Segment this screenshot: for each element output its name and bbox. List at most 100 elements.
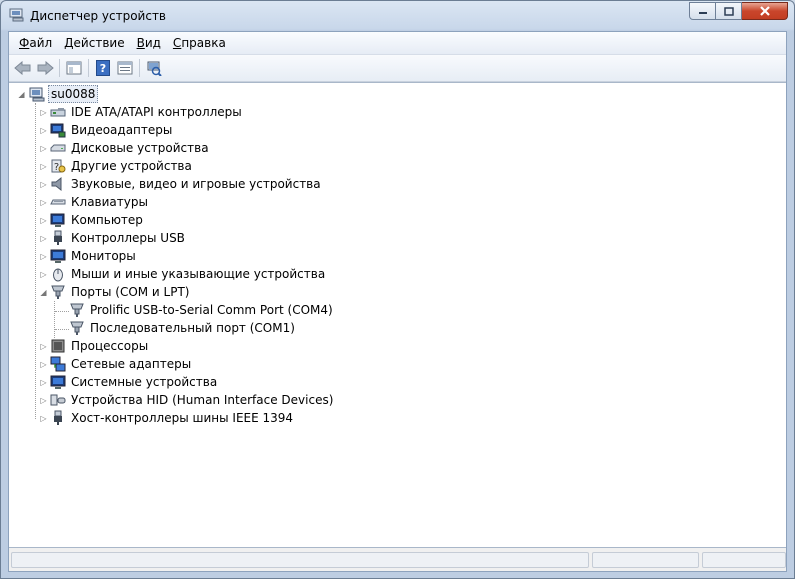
- tree-category-display-adapters[interactable]: Видеоадаптеры: [50, 121, 174, 139]
- processor-icon: [51, 339, 65, 353]
- tree-category-label: Видеоадаптеры: [71, 123, 173, 137]
- expander-collapsed-icon[interactable]: ▷: [39, 126, 48, 135]
- tree-category-hid[interactable]: Устройства HID (Human Interface Devices): [50, 391, 335, 409]
- tree-category-label: Контроллеры USB: [71, 231, 185, 245]
- display-adapter-icon: [50, 123, 66, 138]
- properties-icon: [117, 61, 133, 75]
- help-icon: ?: [96, 60, 110, 76]
- svg-text:?: ?: [100, 62, 106, 75]
- menu-help[interactable]: Справка: [167, 33, 232, 53]
- tree-category-ieee1394[interactable]: Хост-контроллеры шины IEEE 1394: [50, 409, 295, 427]
- network-adapter-icon: [50, 356, 66, 372]
- tree-category-sound[interactable]: Звуковые, видео и игровые устройства: [50, 175, 323, 193]
- tree-category-usb-controllers[interactable]: Контроллеры USB: [50, 229, 187, 247]
- properties-button[interactable]: [114, 57, 136, 79]
- tree-category-monitors[interactable]: Мониторы: [50, 247, 138, 265]
- show-hide-tree-icon: [66, 61, 82, 75]
- mouse-icon: [53, 268, 63, 282]
- expander-expanded-icon[interactable]: ◢: [17, 90, 26, 99]
- tree-root-computer[interactable]: su0088: [29, 85, 99, 103]
- expander-collapsed-icon[interactable]: ▷: [39, 108, 48, 117]
- tree-device-serial-com1[interactable]: Последовательный порт (COM1): [69, 319, 297, 337]
- toolbar-separator: [139, 59, 140, 77]
- expander-collapsed-icon[interactable]: ▷: [39, 378, 48, 387]
- tree-category-mice[interactable]: Мыши и иные указывающие устройства: [50, 265, 327, 283]
- tree-category-label: Другие устройства: [71, 159, 192, 173]
- tree-category-label: Системные устройства: [71, 375, 218, 389]
- menu-bar: Файл Действие Вид Справка: [9, 32, 786, 55]
- expander-expanded-icon[interactable]: ◢: [39, 288, 48, 297]
- menu-action-accel: Д: [64, 36, 74, 50]
- tree-root-label: su0088: [48, 85, 99, 103]
- expander-collapsed-icon[interactable]: ▷: [39, 198, 48, 207]
- forward-arrow-icon: [37, 61, 54, 75]
- tree-category-ports[interactable]: Порты (COM и LPT): [50, 283, 191, 301]
- show-hide-tree-button[interactable]: [63, 57, 85, 79]
- toolbar-separator: [59, 59, 60, 77]
- port-icon: [70, 321, 84, 335]
- expander-collapsed-icon[interactable]: ▷: [39, 252, 48, 261]
- expander-collapsed-icon[interactable]: ▷: [39, 162, 48, 171]
- tree-category-disk-drives[interactable]: Дисковые устройства: [50, 139, 211, 157]
- tree-device-label: Последовательный порт (COM1): [90, 321, 295, 335]
- system-device-icon: [50, 375, 66, 389]
- expander-collapsed-icon[interactable]: ▷: [39, 414, 48, 423]
- tree-category-processors[interactable]: Процессоры: [50, 337, 150, 355]
- tree-category-ide[interactable]: IDE ATA/ATAPI контроллеры: [50, 103, 244, 121]
- expander-collapsed-icon[interactable]: ▷: [39, 270, 48, 279]
- back-arrow-icon: [14, 61, 31, 75]
- menu-view-label: ид: [144, 36, 161, 50]
- tree-category-keyboards[interactable]: Клавиатуры: [50, 193, 150, 211]
- expander-collapsed-icon[interactable]: ▷: [39, 180, 48, 189]
- tree-category-label: IDE ATA/ATAPI контроллеры: [71, 105, 242, 119]
- tree-category-network-adapters[interactable]: Сетевые адаптеры: [50, 355, 193, 373]
- tree-device-label: Prolific USB-to-Serial Comm Port (COM4): [90, 303, 333, 317]
- tree-category-label: Дисковые устройства: [71, 141, 209, 155]
- tree-category-other-devices[interactable]: ? Другие устройства: [50, 157, 194, 175]
- tree-category-system-devices[interactable]: Системные устройства: [50, 373, 219, 391]
- client-area: Файл Действие Вид Справка ? ◢ su0088 ▷ I…: [8, 31, 787, 572]
- computer-icon: [50, 213, 65, 227]
- tree-category-label: Мониторы: [71, 249, 136, 263]
- menu-view[interactable]: Вид: [131, 33, 167, 53]
- device-tree[interactable]: ◢ su0088 ▷ IDE ATA/ATAPI контроллеры ▷ В…: [9, 82, 786, 548]
- speaker-icon: [51, 176, 62, 192]
- scan-hardware-icon: [147, 61, 162, 76]
- computer-icon: [29, 87, 45, 102]
- menu-file-accel: Ф: [19, 36, 30, 50]
- menu-file[interactable]: Файл: [13, 33, 58, 53]
- title-bar[interactable]: Диспетчер устройств: [1, 1, 794, 31]
- tree-device-prolific-com4[interactable]: Prolific USB-to-Serial Comm Port (COM4): [69, 301, 335, 319]
- expander-collapsed-icon[interactable]: ▷: [39, 144, 48, 153]
- status-pane-middle: [592, 552, 699, 568]
- scan-hardware-button[interactable]: [143, 57, 165, 79]
- svg-text:?: ?: [54, 162, 59, 173]
- close-button[interactable]: [742, 2, 788, 20]
- maximize-button[interactable]: [716, 2, 742, 20]
- menu-action[interactable]: Действие: [58, 33, 130, 53]
- minimize-button[interactable]: [689, 2, 716, 20]
- expander-collapsed-icon[interactable]: ▷: [39, 342, 48, 351]
- expander-collapsed-icon[interactable]: ▷: [39, 360, 48, 369]
- device-manager-window: Диспетчер устройств Файл Действие Вид Сп…: [0, 0, 795, 579]
- monitor-icon: [50, 249, 66, 263]
- help-button[interactable]: ?: [92, 57, 114, 79]
- ieee1394-icon: [54, 410, 62, 425]
- tree-guide-line: [54, 301, 55, 338]
- forward-button[interactable]: [34, 57, 56, 79]
- window-title: Диспетчер устройств: [30, 9, 167, 23]
- back-button[interactable]: [12, 57, 34, 79]
- tree-category-label: Компьютер: [71, 213, 143, 227]
- menu-view-accel: В: [136, 36, 145, 50]
- tree-category-label: Процессоры: [71, 339, 149, 353]
- keyboard-icon: [50, 199, 66, 205]
- expander-collapsed-icon[interactable]: ▷: [39, 234, 48, 243]
- expander-collapsed-icon[interactable]: ▷: [39, 216, 48, 225]
- disk-drive-icon: [50, 144, 66, 152]
- menu-file-label: айл: [29, 36, 53, 50]
- expander-collapsed-icon[interactable]: ▷: [39, 396, 48, 405]
- tree-category-computer[interactable]: Компьютер: [50, 211, 145, 229]
- hid-icon: [50, 394, 66, 406]
- port-icon: [70, 303, 84, 317]
- ide-controller-icon: [50, 108, 66, 117]
